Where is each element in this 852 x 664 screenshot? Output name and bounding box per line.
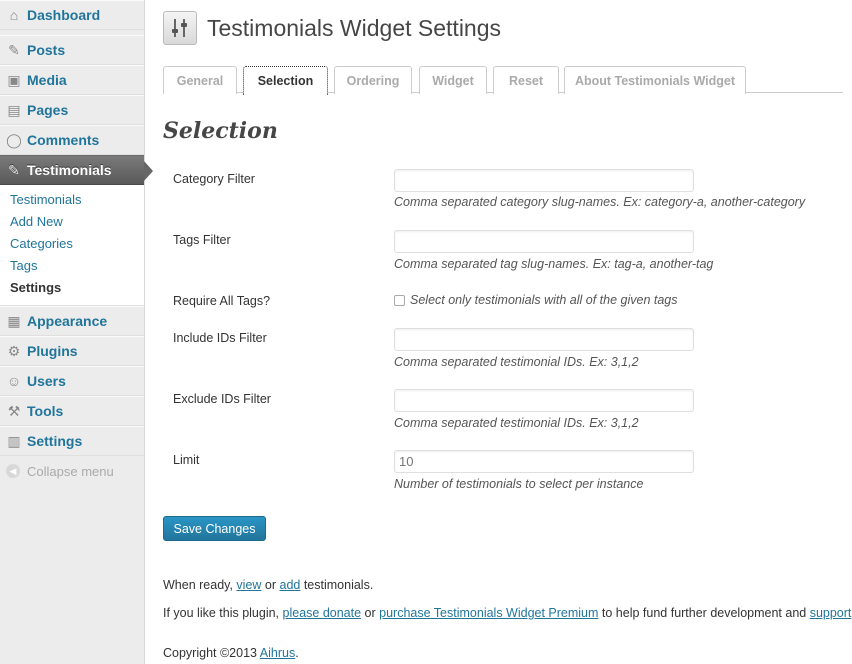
include-ids-description: Comma separated testimonial IDs. Ex: 3,1… <box>394 355 639 369</box>
tab-widget[interactable]: Widget <box>419 66 487 94</box>
submenu-tags[interactable]: Tags <box>0 255 144 277</box>
menu-plugins[interactable]: ⚙ Plugins <box>0 336 144 366</box>
submenu-add-new[interactable]: Add New <box>0 211 144 233</box>
exclude-ids-input[interactable] <box>394 389 694 412</box>
menu-dashboard-label: Dashboard <box>27 7 101 23</box>
submenu-categories[interactable]: Categories <box>0 233 144 255</box>
menu-posts-label: Posts <box>27 42 66 58</box>
require-all-tags-checkbox-label[interactable]: Select only testimonials with all of the… <box>410 293 678 307</box>
settings-icon: ▥ <box>7 432 21 449</box>
dashboard-icon: ⌂ <box>9 7 19 23</box>
settings-tabs: General Selection Ordering Widget Reset … <box>163 65 843 95</box>
add-link[interactable]: add <box>280 578 301 592</box>
menu-posts[interactable]: ✎ Posts <box>0 35 144 65</box>
menu-tools[interactable]: ⚒ Tools <box>0 396 144 426</box>
copyright-prefix: Copyright ©2013 <box>163 646 260 660</box>
copyright-text: Copyright ©2013 Aihrus. <box>163 646 299 660</box>
include-ids-label: Include IDs Filter <box>173 331 267 345</box>
donate-text-middle: to help fund further development and <box>598 606 810 620</box>
tab-reset[interactable]: Reset <box>493 66 559 94</box>
submenu-settings[interactable]: Settings <box>0 277 144 299</box>
category-filter-label: Category Filter <box>173 172 255 186</box>
ready-text-suffix: testimonials. <box>300 578 374 592</box>
menu-pages[interactable]: ▤ Pages <box>0 95 144 125</box>
menu-tools-label: Tools <box>27 403 64 419</box>
menu-appearance[interactable]: ▦ Appearance <box>0 306 144 336</box>
menu-appearance-label: Appearance <box>27 313 108 329</box>
exclude-ids-description: Comma separated testimonial IDs. Ex: 3,1… <box>394 416 639 430</box>
page-header: Testimonials Widget Settings <box>163 11 501 45</box>
category-filter-input[interactable] <box>394 169 694 192</box>
tags-filter-label: Tags Filter <box>173 233 231 247</box>
media-icon: ▣ <box>7 71 21 88</box>
settings-sliders-icon <box>163 11 197 45</box>
menu-testimonials[interactable]: ✎ Testimonials <box>0 155 153 185</box>
ready-text: When ready, view or add testimonials. <box>163 578 373 592</box>
menu-media-label: Media <box>27 72 67 88</box>
page-title: Testimonials Widget Settings <box>207 14 502 41</box>
copyright-suffix: . <box>295 646 299 660</box>
pin-icon: ✎ <box>8 41 20 58</box>
section-title: Selection <box>163 118 278 144</box>
menu-pages-label: Pages <box>27 102 69 118</box>
category-filter-description: Comma separated category slug-names. Ex:… <box>394 195 806 209</box>
limit-description: Number of testimonials to select per ins… <box>394 477 644 491</box>
menu-users[interactable]: ☺ Users <box>0 366 144 396</box>
premium-link[interactable]: purchase Testimonials Widget Premium <box>379 606 598 620</box>
aihrus-link[interactable]: Aihrus <box>260 646 295 660</box>
save-changes-button[interactable]: Save Changes <box>163 516 266 541</box>
pages-icon: ▤ <box>7 101 21 118</box>
menu-plugins-label: Plugins <box>27 343 78 359</box>
admin-sidebar: ⌂ Dashboard ✎ Posts ▣ Media ▤ Pages ◯ Co… <box>0 0 153 664</box>
menu-testimonials-label: Testimonials <box>27 162 112 178</box>
collapse-menu-label: Collapse menu <box>27 463 114 479</box>
donate-text: If you like this plugin, please donate o… <box>163 606 852 620</box>
require-all-tags-label: Require All Tags? <box>173 294 271 308</box>
menu-settings-label: Settings <box>27 433 83 449</box>
menu-dashboard[interactable]: ⌂ Dashboard <box>0 0 144 30</box>
require-all-tags-row: Select only testimonials with all of the… <box>394 293 678 307</box>
tags-filter-description: Comma separated tag slug-names. Ex: tag-… <box>394 257 714 271</box>
tab-general[interactable]: General <box>163 66 237 94</box>
menu-users-label: Users <box>27 373 66 389</box>
collapse-menu-button[interactable]: ◀ Collapse menu <box>0 456 144 486</box>
pin-icon: ✎ <box>8 161 20 178</box>
plugins-icon: ⚙ <box>7 342 21 359</box>
appearance-icon: ▦ <box>7 312 21 329</box>
submenu-testimonials[interactable]: Testimonials <box>0 189 144 211</box>
menu-comments[interactable]: ◯ Comments <box>0 125 144 155</box>
collapse-arrow-icon: ◀ <box>6 464 20 478</box>
donate-text-prefix: If you like this plugin, <box>163 606 283 620</box>
limit-input[interactable] <box>394 450 694 473</box>
menu-comments-label: Comments <box>27 132 100 148</box>
menu-settings[interactable]: ▥ Settings <box>0 426 144 456</box>
tab-about[interactable]: About Testimonials Widget <box>564 66 746 94</box>
support-link[interactable]: support <box>810 606 852 620</box>
donate-text-or: or <box>361 606 380 620</box>
view-link[interactable]: view <box>236 578 261 592</box>
limit-label: Limit <box>173 453 200 467</box>
donate-link[interactable]: please donate <box>283 606 362 620</box>
menu-media[interactable]: ▣ Media <box>0 65 144 95</box>
tools-icon: ⚒ <box>7 402 21 419</box>
ready-text-prefix: When ready, <box>163 578 237 592</box>
users-icon: ☺ <box>6 373 22 389</box>
include-ids-input[interactable] <box>394 328 694 351</box>
comments-icon: ◯ <box>6 131 22 148</box>
tags-filter-input[interactable] <box>394 230 694 253</box>
testimonials-submenu: Testimonials Add New Categories Tags Set… <box>0 185 144 306</box>
exclude-ids-label: Exclude IDs Filter <box>173 392 271 406</box>
ready-text-or: or <box>261 578 280 592</box>
require-all-tags-checkbox[interactable] <box>394 294 405 306</box>
tab-selection[interactable]: Selection <box>243 66 328 95</box>
tab-ordering[interactable]: Ordering <box>334 66 412 94</box>
